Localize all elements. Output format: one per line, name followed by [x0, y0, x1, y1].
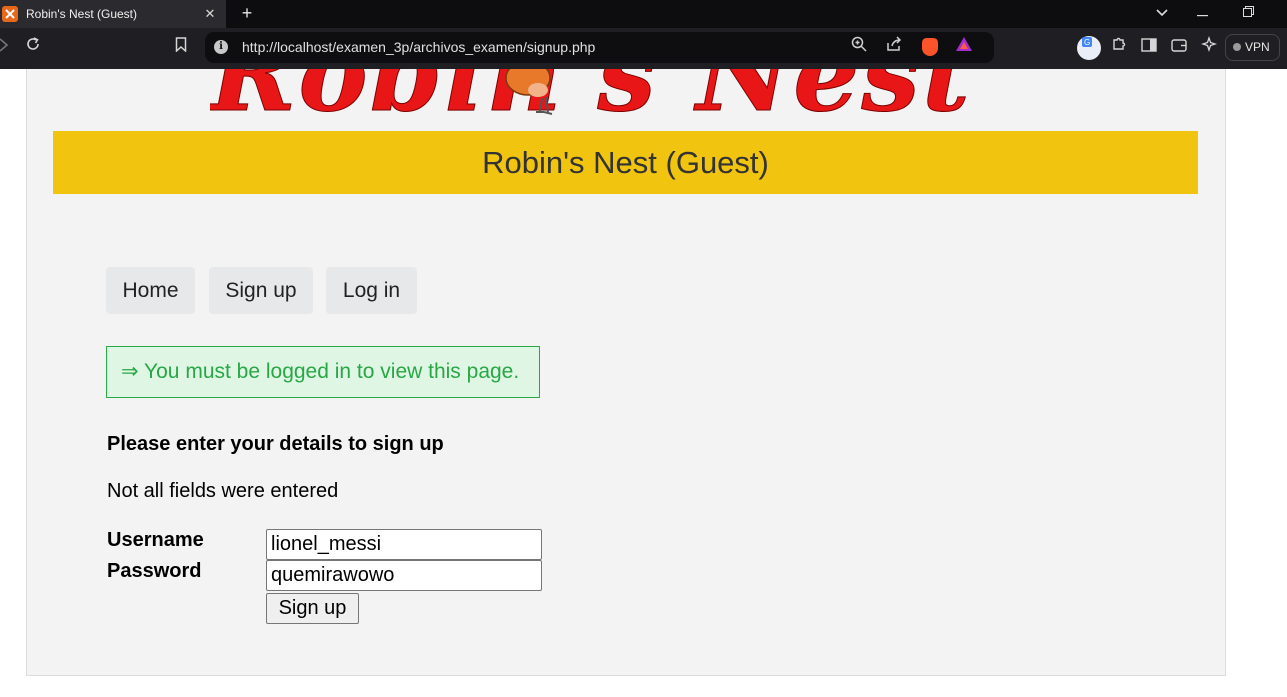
- vpn-button[interactable]: VPN: [1225, 34, 1280, 61]
- browser-tab-bar: Robin's Nest (Guest) ✕ +: [0, 0, 1287, 28]
- username-input[interactable]: lionel_messi: [266, 529, 542, 560]
- address-url[interactable]: http://localhost/examen_3p/archivos_exam…: [242, 39, 595, 55]
- vpn-status-icon: [1233, 43, 1241, 51]
- signup-heading: Please enter your details to sign up: [107, 433, 444, 455]
- address-bar[interactable]: i http://localhost/examen_3p/archivos_ex…: [205, 32, 994, 63]
- tab-search-chevron-icon[interactable]: [1149, 2, 1175, 24]
- restore-window-icon[interactable]: [1235, 2, 1261, 24]
- signup-submit-button[interactable]: Sign up: [266, 593, 359, 624]
- minimize-icon[interactable]: [1189, 2, 1215, 24]
- login-required-notice: ⇒ You must be logged in to view this pag…: [106, 346, 540, 398]
- nav-home-button[interactable]: Home: [106, 267, 195, 314]
- sidebar-icon[interactable]: [1137, 36, 1161, 60]
- browser-tab[interactable]: Robin's Nest (Guest) ✕: [0, 0, 226, 28]
- xampp-favicon-icon: [2, 6, 18, 22]
- bookmark-icon[interactable]: [169, 36, 193, 60]
- translate-extension-icon[interactable]: G: [1077, 36, 1101, 60]
- forward-icon[interactable]: [0, 36, 16, 60]
- brave-rewards-icon[interactable]: [953, 36, 975, 58]
- browser-toolbar: i http://localhost/examen_3p/archivos_ex…: [0, 28, 1287, 69]
- page-viewport: Robin's Nest Robin's Nest (Guest) Home S…: [0, 69, 1287, 697]
- banner-title: Robin's Nest (Guest): [482, 145, 769, 180]
- logo-text: Robin's Nest: [210, 69, 972, 122]
- nav-signup-button[interactable]: Sign up: [209, 267, 313, 314]
- page-container: Robin's Nest Robin's Nest (Guest) Home S…: [26, 69, 1226, 676]
- password-input[interactable]: quemirawowo: [266, 560, 542, 591]
- brave-shields-icon[interactable]: [922, 38, 938, 56]
- extensions-puzzle-icon[interactable]: [1107, 36, 1131, 60]
- site-logo: Robin's Nest: [210, 69, 1040, 122]
- zoom-icon[interactable]: [848, 36, 870, 58]
- wallet-icon[interactable]: [1167, 36, 1191, 60]
- share-icon[interactable]: [883, 36, 905, 58]
- username-label: Username: [107, 529, 204, 551]
- site-info-icon[interactable]: i: [214, 40, 228, 54]
- robin-bird-icon: [505, 69, 553, 115]
- nav-login-button[interactable]: Log in: [326, 267, 417, 314]
- new-tab-icon[interactable]: +: [236, 2, 258, 24]
- svg-text:G: G: [1084, 38, 1090, 47]
- form-error-message: Not all fields were entered: [107, 480, 339, 502]
- password-label: Password: [107, 560, 202, 582]
- leo-ai-icon[interactable]: [1197, 35, 1221, 60]
- site-banner: Robin's Nest (Guest): [53, 131, 1198, 194]
- vpn-label: VPN: [1245, 40, 1270, 54]
- close-tab-icon[interactable]: ✕: [200, 4, 220, 24]
- reload-icon[interactable]: [21, 36, 45, 60]
- tab-title: Robin's Nest (Guest): [26, 7, 137, 21]
